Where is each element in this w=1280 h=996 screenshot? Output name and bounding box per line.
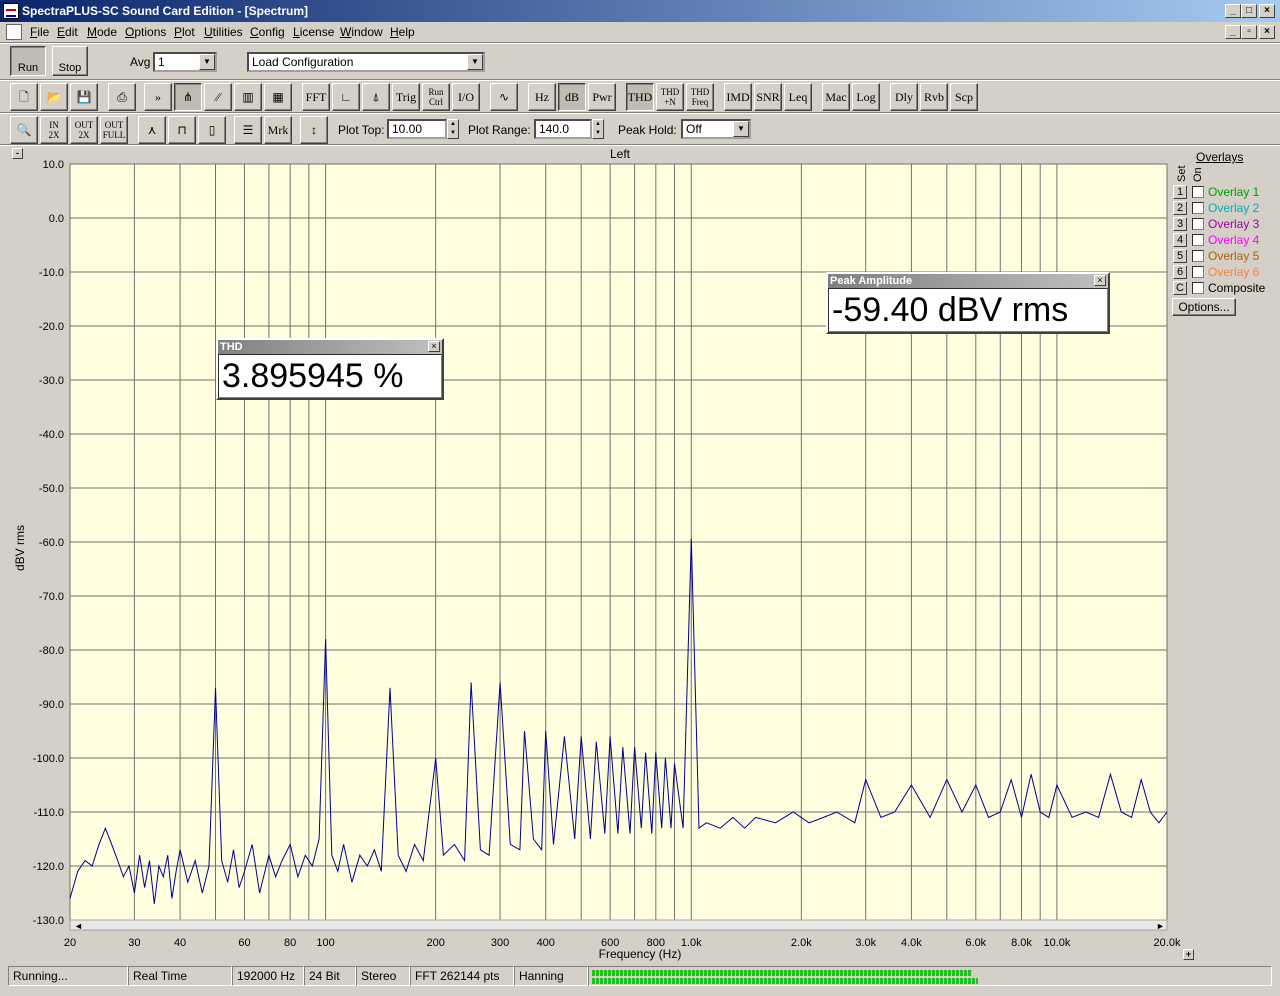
overlay-label: Overlay 3: [1208, 217, 1260, 231]
y-tick-label: -60.0: [39, 537, 64, 549]
x-tick-label: 400: [537, 937, 555, 949]
level-bar-right: [592, 978, 978, 984]
overlays-title: Overlays: [1196, 150, 1244, 164]
y-tick-label: 10.0: [43, 159, 64, 171]
y-tick-label: -40.0: [39, 429, 64, 441]
peak-window-title: Peak Amplitude: [830, 275, 913, 287]
status-running: Running...: [8, 966, 128, 986]
chart-title: Left: [610, 147, 631, 161]
x-tick-label: 40: [174, 937, 186, 949]
options-label: Options...: [1178, 300, 1230, 314]
y-tick-label: -120.0: [33, 861, 64, 873]
x-tick-label: 200: [426, 937, 444, 949]
overlay-set-button[interactable]: C: [1173, 281, 1187, 295]
peak-amplitude-window[interactable]: Peak Amplitude × -59.40 dBV rms: [826, 272, 1110, 334]
overlay-checkbox[interactable]: [1192, 250, 1204, 262]
close-icon[interactable]: ×: [1094, 275, 1106, 286]
status-channels: Stereo: [356, 966, 410, 986]
set-label: Set: [1176, 165, 1188, 182]
overlay-checkbox[interactable]: [1192, 266, 1204, 278]
overlay-label: Overlay 6: [1208, 265, 1260, 279]
overlay-checkbox[interactable]: [1192, 186, 1204, 198]
overlay-set-button[interactable]: 1: [1173, 185, 1187, 199]
overlay-label: Overlay 1: [1208, 185, 1260, 199]
thd-window-title: THD: [220, 341, 243, 353]
overlay-label: Overlay 5: [1208, 249, 1260, 263]
x-tick-label: 2.0k: [791, 937, 812, 949]
y-tick-label: -30.0: [39, 375, 64, 387]
x-tick-label: 8.0k: [1011, 937, 1032, 949]
x-tick-label: 3.0k: [855, 937, 876, 949]
level-bar-left: [592, 970, 972, 976]
level-meter: [588, 966, 1272, 986]
y-tick-label: -130.0: [33, 915, 64, 927]
h-scrollbar: [69, 919, 1168, 931]
y-axis-label: dBV rms: [13, 525, 27, 571]
x-tick-label: 10.0k: [1043, 937, 1070, 949]
y-tick-label: -110.0: [34, 807, 64, 819]
close-icon[interactable]: ×: [428, 341, 440, 352]
overlay-checkbox[interactable]: [1192, 218, 1204, 230]
status-window: Hanning: [514, 966, 588, 986]
thd-window[interactable]: THD × 3.895945 %: [216, 338, 444, 400]
scroll-right-icon: ►: [1156, 921, 1165, 931]
y-tick-label: -90.0: [39, 699, 64, 711]
expand-icon[interactable]: +: [1183, 949, 1194, 960]
x-tick-label: 60: [238, 937, 250, 949]
overlay-label: Overlay 2: [1208, 201, 1260, 215]
overlay-set-button[interactable]: 2: [1173, 201, 1187, 215]
x-tick-label: 80: [284, 937, 296, 949]
thd-value: 3.895945 %: [218, 354, 442, 398]
overlay-set-button[interactable]: 6: [1173, 265, 1187, 279]
x-axis-label: Frequency (Hz): [599, 947, 682, 961]
status-bit-depth: 24 Bit: [304, 966, 356, 986]
overlay-set-button[interactable]: 4: [1173, 233, 1187, 247]
x-tick-label: 100: [316, 937, 334, 949]
overlay-set-button[interactable]: 5: [1173, 249, 1187, 263]
status-mode: Real Time: [128, 966, 232, 986]
overlay-label: Overlay 4: [1208, 233, 1260, 247]
overlay-set-button[interactable]: 3: [1173, 217, 1187, 231]
x-tick-label: 6.0k: [965, 937, 986, 949]
overlay-checkbox[interactable]: [1192, 234, 1204, 246]
y-tick-label: -70.0: [39, 591, 64, 603]
on-label: On: [1192, 167, 1204, 182]
y-tick-label: -50.0: [39, 483, 64, 495]
overlay-label: Composite: [1208, 281, 1266, 295]
x-tick-label: 20.0k: [1154, 937, 1181, 949]
y-tick-label: -80.0: [39, 645, 64, 657]
x-tick-label: 1.0k: [681, 937, 702, 949]
peak-value: -59.40 dBV rms: [828, 288, 1108, 332]
spectrum-chart[interactable]: 10.0 0.0 -10.0 -20.0 -30.0 -40.0 -50.0 -60.0 -70…: [0, 0, 1280, 970]
overlay-checkbox[interactable]: [1192, 202, 1204, 214]
x-tick-label: 20: [64, 937, 76, 949]
scroll-left-icon: ◄: [74, 921, 83, 931]
x-tick-label: 30: [128, 937, 140, 949]
status-sample-rate: 192000 Hz: [232, 966, 304, 986]
status-fft-size: FFT 262144 pts: [410, 966, 514, 986]
overlay-checkbox[interactable]: [1192, 282, 1204, 294]
y-tick-label: -20.0: [39, 321, 64, 333]
y-ticks: 10.0 0.0 -10.0 -20.0 -30.0 -40.0 -50.0 -60.0 -70…: [33, 159, 64, 927]
options-button[interactable]: Options...: [1172, 298, 1236, 316]
x-tick-label: 4.0k: [901, 937, 922, 949]
y-tick-label: 0.0: [49, 213, 64, 225]
status-bar: Running... Real Time 192000 Hz 24 Bit St…: [0, 964, 1280, 988]
y-tick-label: -100.0: [33, 753, 64, 765]
y-tick-label: -10.0: [39, 267, 64, 279]
x-tick-label: 300: [491, 937, 509, 949]
